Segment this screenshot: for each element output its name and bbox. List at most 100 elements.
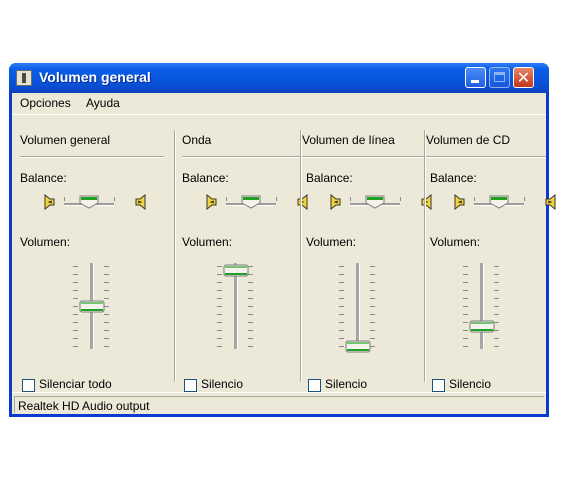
balance-thumb[interactable] [240,195,262,209]
volume-tick [370,266,375,267]
volume-tick [494,314,499,315]
volume-tick [494,346,499,347]
volume-tick [463,314,468,315]
volume-tick [217,306,222,307]
balance-thumb[interactable] [488,195,510,209]
volume-tick [217,346,222,347]
volume-track [356,263,360,349]
column-title: Onda [182,133,212,147]
menu-separator [12,114,546,115]
volume-tick [217,282,222,283]
mute-checkbox[interactable] [22,379,35,392]
column-divider [174,130,176,382]
volume-tick [463,346,468,347]
volume-tick [463,282,468,283]
volume-tick [104,290,109,291]
balance-thumb[interactable] [364,195,386,209]
volume-tick [104,346,109,347]
volume-tick [463,290,468,291]
volume-tick [339,266,344,267]
volume-tick [463,338,468,339]
status-bar: Realtek HD Audio output [12,392,546,415]
balance-tick [524,197,525,201]
balance-tick [350,197,351,201]
volume-tick [494,338,499,339]
volume-tick [104,314,109,315]
volume-tick [339,290,344,291]
column-title-rule [426,156,546,158]
volume-thumb[interactable] [79,300,105,313]
mute-checkbox[interactable] [432,379,445,392]
balance-thumb[interactable] [78,195,100,209]
volume-label: Volumen: [306,235,357,249]
mute-label: Silenciar todo [39,377,112,391]
mute-checkbox[interactable] [184,379,197,392]
volume-tick [248,306,253,307]
mute-label: Silencio [449,377,492,391]
speaker-left-icon [328,193,342,211]
title-bar[interactable]: Volumen general ✕ [9,63,549,93]
volume-label: Volumen: [182,235,233,249]
volume-tick [73,298,78,299]
balance-tick [474,197,475,201]
volume-thumb[interactable] [345,340,371,353]
volume-tick [463,322,468,323]
balance-tick [400,197,401,201]
volume-tick [494,282,499,283]
client-area: Opciones Ayuda Volumen general Balance: … [12,93,556,415]
volume-tick [104,330,109,331]
column-title: Volumen de CD [426,133,511,147]
close-button[interactable]: ✕ [513,67,534,88]
volume-tick [494,298,499,299]
mixer-column-onda: Onda Balance: Volumen: Silencio [178,121,308,392]
mute-checkbox[interactable] [308,379,321,392]
minimize-button[interactable] [465,67,486,88]
volume-tick [73,314,78,315]
balance-label: Balance: [182,171,229,185]
volume-tick [73,306,78,307]
volume-tick [494,306,499,307]
volume-tick [248,290,253,291]
minimize-icon [471,80,479,83]
volume-tick [73,338,78,339]
balance-label: Balance: [430,171,477,185]
balance-tick [64,197,65,201]
speaker-left-icon [204,193,218,211]
volume-tick [248,338,253,339]
status-text: Realtek HD Audio output [18,399,150,413]
maximize-icon [494,72,505,82]
balance-tick [226,197,227,201]
volume-tick [463,330,468,331]
volume-tick [217,314,222,315]
volume-tick [217,298,222,299]
window-title: Volumen general [39,69,151,85]
volume-tick [73,346,78,347]
volume-tick [370,290,375,291]
volume-tick [217,274,222,275]
mixer-column-volumen-general: Volumen general Balance: Volumen: Silenc… [16,121,168,392]
volume-tick [248,330,253,331]
volume-tick [73,322,78,323]
volume-tick [217,338,222,339]
volume-tick [104,338,109,339]
maximize-button[interactable] [489,67,510,88]
volume-tick [463,274,468,275]
volume-tick [339,282,344,283]
volume-tick [339,298,344,299]
column-title-rule [20,156,164,158]
volume-tick [248,314,253,315]
volume-tick [370,306,375,307]
volume-thumb[interactable] [469,320,495,333]
column-title: Volumen general [20,133,111,147]
column-title-rule [302,156,426,158]
volume-thumb[interactable] [223,264,249,277]
menu-ayuda[interactable]: Ayuda [86,96,120,110]
volume-control-icon[interactable] [16,70,32,86]
speaker-right-icon [544,193,558,211]
menu-opciones[interactable]: Opciones [20,96,71,110]
volume-tick [463,306,468,307]
volume-tick [339,274,344,275]
volume-tick [104,266,109,267]
column-title-rule [182,156,302,158]
volume-tick [494,274,499,275]
